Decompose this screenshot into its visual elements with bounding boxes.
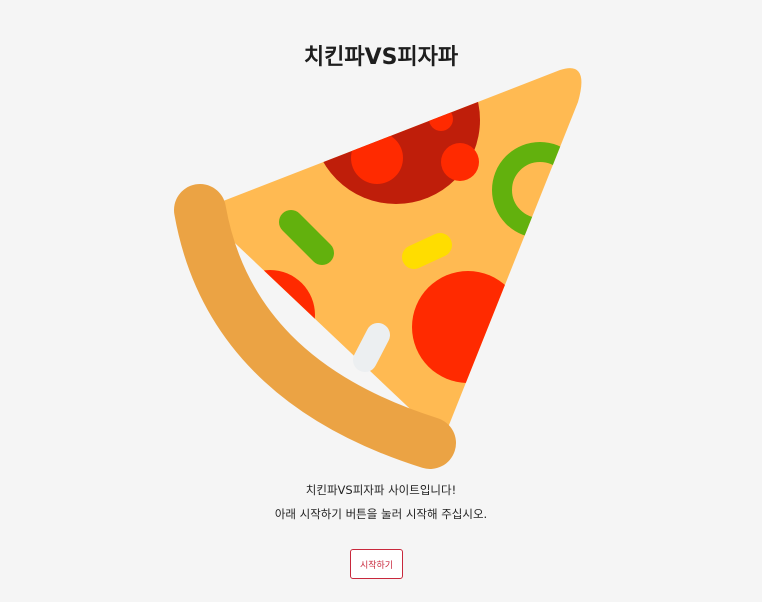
page-title: 치킨파VS피자파 [303, 44, 459, 70]
pizza-crust [174, 184, 456, 469]
salami-spot [429, 107, 453, 131]
intro-text: 치킨파VS피자파 사이트입니다! 아래 시작하기 버튼을 눌러 시작해 주십시오… [0, 478, 762, 526]
onion-piece [353, 323, 390, 372]
tomato-slice [225, 270, 315, 360]
salami-spot [441, 143, 479, 181]
tomato-slice [412, 271, 524, 383]
intro-line-2: 아래 시작하기 버튼을 눌러 시작해 주십시오. [274, 507, 488, 521]
green-pepper-ring [492, 142, 582, 238]
intro-line-1: 치킨파VS피자파 사이트입니다! [305, 483, 457, 497]
green-pepper-strip [279, 210, 334, 265]
salami-spot [351, 132, 403, 184]
pizza-cheese [200, 68, 582, 441]
corn-piece [402, 233, 452, 269]
start-button[interactable]: 시작하기 [350, 549, 403, 579]
